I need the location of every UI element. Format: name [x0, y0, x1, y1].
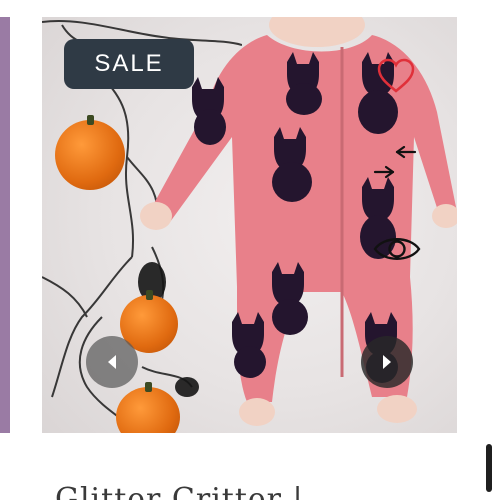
scrollbar-thumb[interactable] — [486, 444, 492, 492]
heart-icon[interactable] — [376, 57, 416, 97]
next-image-button[interactable] — [361, 336, 413, 388]
product-title[interactable]: Glitter Critter | — [55, 482, 304, 500]
product-image[interactable]: SALE — [42, 17, 457, 433]
compare-arrows-icon[interactable] — [373, 146, 417, 182]
chevron-right-icon — [383, 355, 391, 369]
sale-badge: SALE — [64, 39, 194, 89]
eye-icon[interactable] — [372, 231, 422, 267]
prev-image-button[interactable] — [86, 336, 138, 388]
product-card[interactable]: SALE — [42, 17, 457, 433]
chevron-left-icon — [108, 355, 116, 369]
left-accent-bar — [0, 17, 10, 433]
